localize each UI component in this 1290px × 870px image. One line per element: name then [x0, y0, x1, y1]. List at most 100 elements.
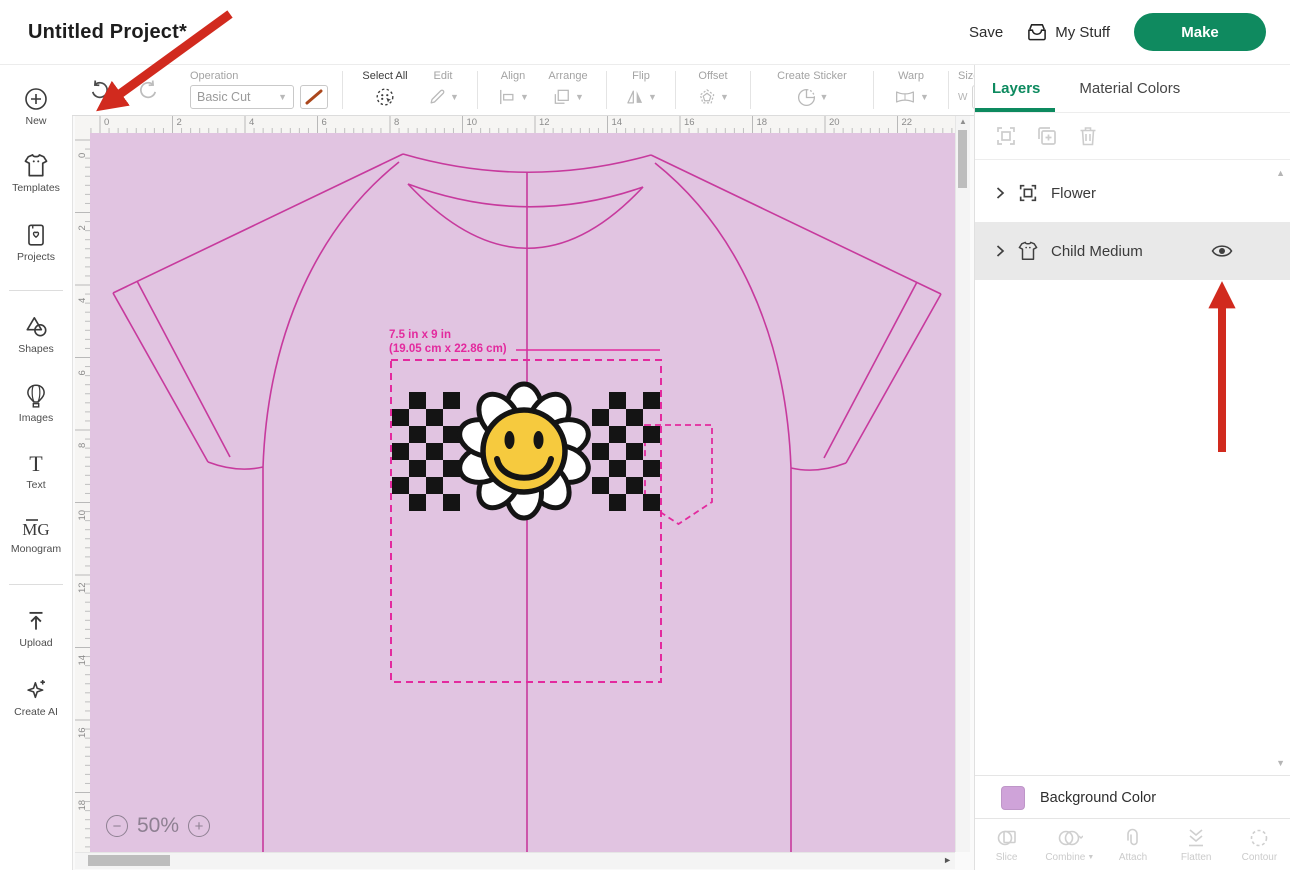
vertical-scroll-thumb[interactable]	[958, 130, 967, 188]
svg-text:T: T	[29, 452, 43, 476]
align-button[interactable]: Align ▼	[487, 70, 539, 109]
sidebar-item-create-ai[interactable]: Create AI	[0, 676, 72, 718]
zoom-in-button[interactable]: +	[188, 815, 210, 837]
warp-button[interactable]: Warp ▼	[883, 70, 939, 109]
zoom-control: − 50% +	[106, 814, 210, 838]
dimension-label-cm: (19.05 cm x 22.86 cm)	[389, 343, 507, 355]
undo-button[interactable]	[88, 78, 111, 101]
flower-face[interactable]	[483, 410, 565, 492]
horizontal-scroll-thumb[interactable]	[88, 855, 170, 866]
svg-text:18: 18	[77, 800, 88, 811]
svg-text:MG: MG	[22, 520, 49, 539]
svg-text:20: 20	[829, 117, 840, 128]
arrange-icon: ▼	[552, 85, 584, 109]
sidebar-item-projects[interactable]: Projects	[0, 222, 72, 263]
toolbar-separator	[342, 71, 343, 109]
group-button[interactable]	[994, 124, 1018, 148]
svg-text:0: 0	[77, 153, 88, 158]
sidebar-item-monogram[interactable]: MG Monogram	[0, 516, 72, 555]
flatten-button[interactable]: Flatten	[1165, 819, 1228, 870]
select-all-icon	[374, 85, 396, 109]
design-canvas[interactable]: 7.5 in x 9 in (19.05 cm x 22.86 cm) − 50…	[90, 133, 955, 852]
balloon-icon	[23, 382, 49, 409]
group-layer-icon	[1017, 182, 1039, 204]
tshirt-icon	[22, 152, 50, 179]
my-stuff-button[interactable]: My Stuff	[1027, 23, 1110, 41]
operation-label: Operation	[190, 70, 238, 82]
flip-button[interactable]: Flip ▼	[616, 70, 666, 109]
svg-text:12: 12	[539, 117, 550, 128]
panel-tabs: Layers Material Colors	[975, 64, 1290, 113]
vertical-scrollbar[interactable]: ▲	[955, 115, 970, 852]
combine-button[interactable]: Combine ▼	[1038, 819, 1101, 870]
my-stuff-icon	[1027, 23, 1047, 41]
svg-text:0: 0	[104, 117, 109, 128]
header: Untitled Project* Save My Stuff Make	[0, 0, 1290, 65]
chevron-right-icon[interactable]	[995, 244, 1005, 258]
svg-text:2: 2	[177, 117, 182, 128]
scroll-up-icon[interactable]: ▲	[956, 117, 970, 126]
layer-visibility-eye-icon[interactable]	[1209, 241, 1235, 261]
chevron-down-icon: ▼	[450, 92, 459, 102]
edit-button[interactable]: Edit ▼	[418, 70, 468, 109]
toolbar-separator	[675, 71, 676, 109]
project-title: Untitled Project*	[28, 0, 187, 64]
new-icon	[23, 86, 49, 112]
horizontal-ruler: 0246810121416182022	[90, 115, 955, 134]
tshirt-layer-icon	[1017, 240, 1039, 262]
create-sticker-button[interactable]: Create Sticker ▼	[760, 70, 864, 109]
list-scroll-down-icon[interactable]: ▼	[1276, 758, 1285, 768]
zoom-out-button[interactable]: −	[106, 815, 128, 837]
sidebar-divider	[9, 290, 63, 291]
project-card-icon	[23, 222, 49, 248]
chevron-right-icon[interactable]	[995, 186, 1005, 200]
pen-color-swatch[interactable]	[300, 85, 328, 109]
svg-text:14: 14	[612, 117, 623, 128]
select-all-button[interactable]: Select All	[352, 70, 418, 109]
chevron-down-icon: ▼	[1087, 854, 1094, 861]
operation-select[interactable]: Basic Cut ▼	[190, 85, 294, 109]
sidebar-item-text[interactable]: T Text	[0, 452, 72, 491]
delete-button[interactable]	[1076, 124, 1100, 148]
sidebar-item-upload[interactable]: Upload	[0, 608, 72, 649]
layer-row-flower[interactable]: Flower	[975, 165, 1290, 221]
canvas-area: 0246810121416182022 024681012141618	[72, 115, 974, 870]
toolbar-separator	[477, 71, 478, 109]
layer-row-child-medium[interactable]: Child Medium	[975, 222, 1290, 280]
sidebar-item-images[interactable]: Images	[0, 382, 72, 424]
width-label: W	[958, 92, 967, 103]
svg-text:14: 14	[77, 655, 88, 666]
monogram-icon: MG	[19, 516, 53, 540]
contour-button[interactable]: Contour	[1228, 819, 1290, 870]
save-button[interactable]: Save	[969, 24, 1003, 41]
sidebar-item-templates[interactable]: Templates	[0, 152, 72, 194]
background-color-swatch[interactable]	[1001, 786, 1025, 810]
cricut-design-space-app: Untitled Project* Save My Stuff Make New…	[0, 0, 1290, 870]
duplicate-button[interactable]	[1035, 124, 1059, 148]
scroll-right-icon[interactable]: ►	[943, 855, 952, 865]
offset-button[interactable]: Offset ▼	[685, 70, 741, 109]
sidebar-item-new[interactable]: New	[0, 86, 72, 127]
slice-button[interactable]: Slice	[975, 819, 1038, 870]
ruler-corner	[75, 115, 91, 134]
tab-layers[interactable]: Layers	[992, 80, 1040, 97]
svg-text:6: 6	[322, 117, 327, 128]
edit-pencil-icon: ▼	[427, 85, 459, 109]
attach-button[interactable]: Attach	[1101, 819, 1164, 870]
align-icon: ▼	[497, 85, 529, 109]
toolbar-separator	[873, 71, 874, 109]
tab-material-colors[interactable]: Material Colors	[1079, 80, 1180, 97]
make-button[interactable]: Make	[1134, 13, 1266, 51]
left-sidebar: New Templates Projects Shapes Images T T…	[0, 64, 73, 870]
canvas-toolbar: Operation Basic Cut ▼ Select All Edit	[72, 64, 974, 116]
svg-text:8: 8	[77, 443, 88, 448]
toolbar-separator	[948, 71, 949, 109]
sidebar-item-shapes[interactable]: Shapes	[0, 314, 72, 355]
background-color-label: Background Color	[1040, 790, 1156, 806]
arrange-button[interactable]: Arrange ▼	[539, 70, 597, 109]
offset-icon: ▼	[697, 85, 729, 109]
svg-text:16: 16	[684, 117, 695, 128]
horizontal-scrollbar[interactable]: ►	[75, 852, 955, 869]
svg-text:16: 16	[77, 727, 88, 738]
redo-button[interactable]	[137, 78, 160, 101]
